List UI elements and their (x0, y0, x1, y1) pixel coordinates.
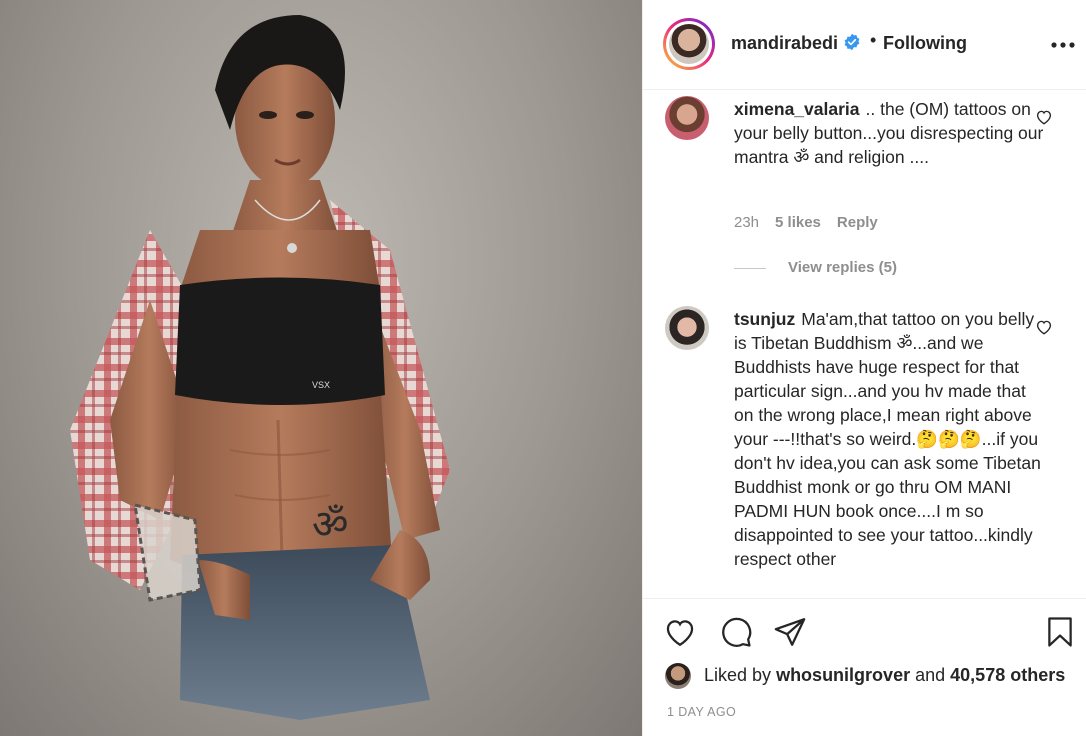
post-image[interactable]: VSX ॐ (0, 0, 642, 736)
comment-bubble-icon[interactable] (719, 615, 753, 649)
replies-divider (734, 267, 766, 269)
comment-username[interactable]: tsunjuz (734, 309, 795, 329)
owner-avatar[interactable] (663, 18, 715, 70)
comment-like-heart-icon[interactable] (1035, 318, 1053, 336)
reply-button[interactable]: Reply (837, 214, 878, 231)
owner-username[interactable]: mandirabedi (731, 33, 838, 54)
comment-meta: 23h 5 likes Reply (734, 214, 894, 231)
comments-list[interactable]: ximena_valaria.. the (OM) tattoos on you… (643, 91, 1086, 597)
liked-by-and: and (915, 665, 946, 685)
post-sidebar: mandirabedi • Following ximena_valaria..… (642, 0, 1086, 736)
view-replies-button[interactable]: View replies (5) (734, 259, 897, 276)
comment-body: tsunjuz Ma'am,that tattoo on you belly is… (734, 307, 1044, 571)
comment-body: ximena_valaria.. the (OM) tattoos on you… (734, 97, 1044, 169)
post-photo-illustration: VSX ॐ (70, 15, 450, 720)
liker-avatar[interactable] (665, 663, 691, 689)
comment-text: Ma'am,that tattoo on you belly is Tibeta… (734, 309, 1041, 569)
bra-brand-text: VSX (312, 380, 330, 390)
post-actions: Liked by whosunilgrover and 40,578 other… (643, 598, 1086, 736)
heart-icon[interactable] (663, 615, 697, 649)
follow-separator: • (870, 30, 877, 50)
liked-by-text: Liked by whosunilgrover and 40,578 other… (704, 665, 1065, 686)
following-button[interactable]: Following (883, 33, 967, 54)
commenter-avatar[interactable] (665, 306, 709, 350)
comment-time: 23h (734, 214, 760, 231)
comment-like-heart-icon[interactable] (1035, 108, 1053, 126)
liked-by-prefix: Liked by (704, 665, 772, 685)
liker-username[interactable]: whosunilgrover (776, 665, 910, 685)
likes-count[interactable]: 40,578 others (950, 665, 1065, 685)
post-timestamp[interactable]: 1 DAY AGO (667, 705, 736, 719)
tattoo-text: ॐ (312, 502, 348, 548)
view-replies-label: View replies (5) (788, 259, 897, 276)
verified-badge-icon (844, 33, 860, 51)
bookmark-icon[interactable] (1043, 615, 1077, 649)
post-header: mandirabedi • Following (643, 0, 1086, 90)
comment-likes[interactable]: 5 likes (775, 214, 821, 231)
paper-plane-icon[interactable] (773, 615, 807, 649)
comment-username[interactable]: ximena_valaria (734, 99, 860, 119)
commenter-avatar[interactable] (665, 96, 709, 140)
more-options-icon[interactable] (1050, 36, 1076, 54)
